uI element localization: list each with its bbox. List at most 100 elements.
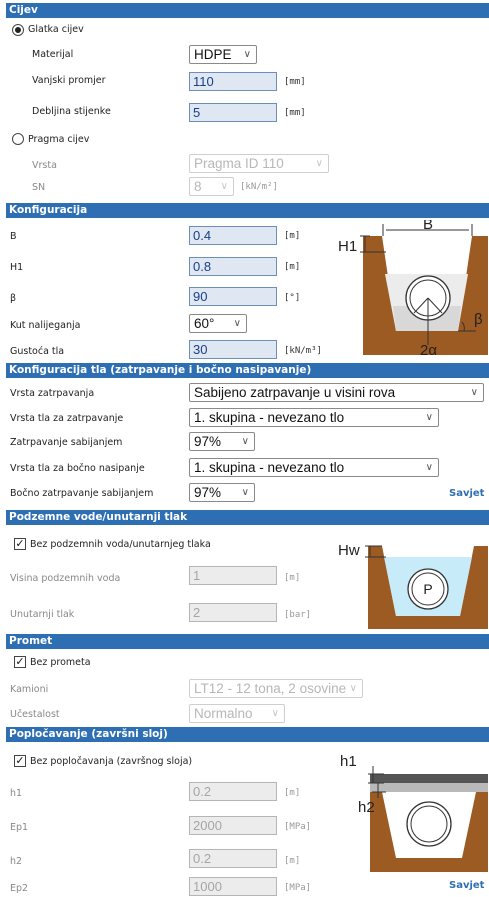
pipe-circle [406,801,452,847]
chevron-down-icon: ∨ [349,683,357,694]
materijal-label: Materijal [32,49,74,60]
chevron-down-icon: ∨ [233,318,241,329]
kamioni-select[interactable]: LT12 - 12 tona, 2 osovine ∨ [189,679,363,698]
paving-layer-1 [370,774,488,783]
vrsta-zatrpavanja-select[interactable]: Sabijeno zatrpavanje u visini rova ∨ [189,383,484,402]
chevron-down-icon: ∨ [241,487,249,498]
unutarnji-tlak-label: Unutarnji tlak [10,609,75,620]
debljina-stijenke-label: Debljina stijenke [32,106,111,117]
radio-glatka-cijev[interactable] [12,24,24,36]
vanjski-promjer-input[interactable]: 110 [189,72,277,91]
h1-label: H1 [10,262,24,273]
materijal-select[interactable]: HDPE ∨ [189,45,257,64]
groundwater-diagram: Hw P [338,542,488,629]
beta-input[interactable]: 90 [189,287,277,306]
check-icon: ✓ [15,537,25,550]
diagram-h1-label: H1 [338,238,357,255]
paving-diagram: h1 h2 [340,753,488,872]
kamioni-label: Kamioni [10,684,49,695]
glatka-cijev-label: Glatka cijev [28,24,84,35]
kut-nalijeganja-select[interactable]: 60° ∨ [189,314,247,333]
visina-podzemnih-voda-label: Visina podzemnih voda [10,573,121,584]
sn-label: SN [32,182,46,193]
gustoca-tla-label: Gustoća tla [10,346,65,357]
section-header-promet: Promet [6,634,489,649]
kut-nalijeganja-label: Kut nalijeganja [10,320,81,331]
vanjski-promjer-label: Vanjski promjer [32,75,106,86]
chevron-down-icon: ∨ [271,708,279,719]
bocno-zatrpavanje-select[interactable]: 97% ∨ [189,483,255,502]
visina-podzemnih-voda-unit: [m] [284,573,301,583]
diagram-p-label: P [423,581,432,597]
bez-prometa-checkbox[interactable]: ✓ [14,656,26,668]
b-label: B [10,231,17,242]
chevron-down-icon: ∨ [241,436,249,447]
savjet-link-tlo[interactable]: Savjet [449,488,484,499]
ep2-input[interactable]: 1000 [189,877,277,896]
diagram-b-label: B [423,220,433,233]
pop-h2-label: h2 [10,856,23,867]
bez-poplocavanja-checkbox[interactable]: ✓ [14,755,26,767]
vanjski-promjer-unit: [mm] [284,77,306,87]
chevron-down-icon: ∨ [220,181,228,192]
check-icon: ✓ [15,754,25,767]
unutarnji-tlak-unit: [bar] [284,610,312,620]
b-unit: [m] [284,231,301,241]
gustoca-tla-unit: [kN/m³] [284,346,322,356]
h1-unit: [m] [284,262,301,272]
check-icon: ✓ [15,655,25,668]
gustoca-tla-input[interactable]: 30 [189,340,277,359]
pop-h1-unit: [m] [284,788,301,798]
diagram-beta-label: β [474,311,483,328]
beta-label: β [10,293,17,304]
ep1-input[interactable]: 2000 [189,816,277,835]
sn-unit: [kN/m²] [240,182,278,192]
savjet-link-poplocavanje[interactable]: Savjet [449,880,484,891]
section-header-konfiguracija-tla: Konfiguracija tla (zatrpavanje i bočno n… [6,363,489,378]
sn-select[interactable]: 8 ∨ [189,177,234,196]
vrsta-tla-zatrpavanje-select[interactable]: 1. skupina - nevezano tlo ∨ [189,408,439,427]
diagram-alpha-label: 2α [420,342,437,355]
trench-diagram-konfiguracija: B H1 β 2α [338,220,488,355]
vrsta-tla-bocno-label: Vrsta tla za bočno nasipanje [10,463,145,474]
visina-podzemnih-voda-input[interactable]: 1 [189,566,277,585]
vrsta-tla-zatrpavanje-label: Vrsta tla za zatrpavanje [10,413,124,424]
section-header-podzemne-vode: Podzemne vode/unutarnji tlak [6,510,489,525]
vrsta-select[interactable]: Pragma ID 110 ∨ [189,154,329,173]
diagram-h1-label: h1 [340,753,357,770]
chevron-down-icon: ∨ [470,387,478,398]
chevron-down-icon: ∨ [425,412,433,423]
radio-pragma-cijev[interactable] [12,133,24,145]
debljina-stijenke-unit: [mm] [284,108,306,118]
section-header-konfiguracija: Konfiguracija [6,203,489,218]
ep1-label: Ep1 [10,822,29,833]
chevron-down-icon: ∨ [315,158,323,169]
ep2-unit: [MPa] [284,883,312,893]
zatrpavanje-sabijanjem-select[interactable]: 97% ∨ [189,432,255,451]
vrsta-label: Vrsta [32,160,57,171]
ep1-unit: [MPa] [284,822,312,832]
b-input[interactable]: 0.4 [189,226,277,245]
paving-layer-2 [370,783,488,792]
pop-h1-input[interactable]: 0.2 [189,782,277,801]
ucestalost-label: Učestalost [10,709,60,720]
bez-prometa-label: Bez prometa [30,657,91,668]
unutarnji-tlak-input[interactable]: 2 [189,603,277,622]
vrsta-tla-bocno-select[interactable]: 1. skupina - nevezano tlo ∨ [189,458,439,477]
ucestalost-select[interactable]: Normalno ∨ [189,704,285,723]
bocno-zatrpavanje-label: Bočno zatrpavanje sabijanjem [10,488,154,499]
diagram-hw-label: Hw [338,542,360,559]
section-header-poplocavanje: Popločavanje (završni sloj) [6,727,489,742]
ep2-label: Ep2 [10,883,29,894]
h1-input[interactable]: 0.8 [189,257,277,276]
debljina-stijenke-input[interactable]: 5 [189,103,277,122]
diagram-h2-label: h2 [358,799,375,816]
zatrpavanje-sabijanjem-label: Zatrpavanje sabijanjem [10,437,123,448]
beta-unit: [°] [284,293,301,303]
chevron-down-icon: ∨ [243,49,251,60]
bez-podzemnih-voda-checkbox[interactable]: ✓ [14,538,26,550]
pop-h1-label: h1 [10,788,23,799]
pragma-cijev-label: Pragma cijev [28,134,90,145]
pop-h2-input[interactable]: 0.2 [189,849,277,868]
vrsta-zatrpavanja-label: Vrsta zatrpavanja [10,388,95,399]
